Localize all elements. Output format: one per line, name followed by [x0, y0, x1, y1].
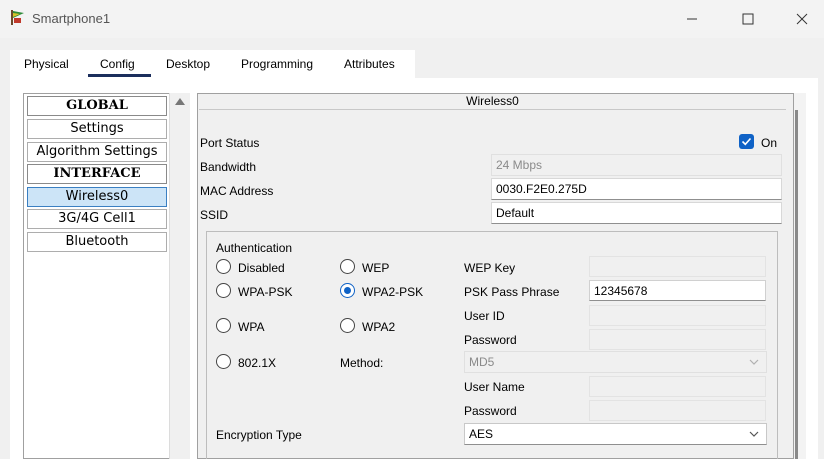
- password-field: [589, 329, 766, 350]
- user-name-field: [589, 376, 766, 397]
- port-status-on-label: On: [761, 136, 778, 150]
- nav-item-wireless0[interactable]: Wireless0: [27, 187, 167, 207]
- wep-key-label: WEP Key: [464, 261, 516, 275]
- tab-programming[interactable]: Programming: [241, 57, 313, 71]
- nav-item-bluetooth[interactable]: Bluetooth: [27, 232, 167, 252]
- nav-item-cell1[interactable]: 3G/4G Cell1: [27, 209, 167, 229]
- minimize-icon[interactable]: [681, 8, 703, 30]
- radio-disabled[interactable]: [216, 259, 231, 274]
- check-icon: [741, 137, 752, 146]
- panel-title: Wireless0: [199, 94, 786, 110]
- maximize-icon[interactable]: [737, 8, 759, 30]
- user-name-label: User Name: [464, 380, 525, 394]
- active-tab-indicator: [88, 74, 151, 77]
- tab-config[interactable]: Config: [100, 57, 135, 71]
- mac-address-field[interactable]: 0030.F2E0.275D: [491, 178, 782, 200]
- chevron-down-icon[interactable]: [749, 429, 759, 439]
- radio-wpa2[interactable]: [340, 318, 355, 333]
- port-status-checkbox[interactable]: [739, 134, 754, 149]
- mac-address-label: MAC Address: [200, 184, 274, 198]
- radio-wpa-label[interactable]: WPA: [238, 320, 264, 334]
- nav-header-global: GLOBAL: [27, 96, 167, 116]
- method-select: MD5: [464, 351, 767, 373]
- nav-item-algorithm-settings[interactable]: Algorithm Settings: [27, 142, 167, 162]
- ssid-label: SSID: [200, 208, 229, 222]
- nav-item-settings[interactable]: Settings: [27, 119, 167, 139]
- port-status-label: Port Status: [200, 136, 260, 150]
- radio-8021x-label[interactable]: 802.1X: [238, 356, 276, 370]
- radio-wpa2-label[interactable]: WPA2: [362, 320, 395, 334]
- radio-wpa2-psk[interactable]: [340, 283, 355, 298]
- password2-label: Password: [464, 404, 517, 418]
- wep-key-field: [589, 256, 766, 277]
- bandwidth-label: Bandwidth: [200, 160, 257, 174]
- radio-wpa-psk-label[interactable]: WPA-PSK: [238, 285, 292, 299]
- window-title: Smartphone1: [32, 11, 111, 26]
- tab-desktop[interactable]: Desktop: [166, 57, 210, 71]
- radio-wpa-psk[interactable]: [216, 283, 231, 298]
- panel-scrollbar-thumb[interactable]: [795, 110, 798, 459]
- encryption-type-label: Encryption Type: [216, 428, 302, 442]
- psk-pass-phrase-field[interactable]: 12345678: [589, 280, 766, 301]
- title-bar: Smartphone1: [0, 0, 824, 38]
- radio-wep-label[interactable]: WEP: [362, 261, 389, 275]
- tab-physical[interactable]: Physical: [24, 57, 69, 71]
- method-label: Method:: [340, 356, 384, 370]
- tab-attributes[interactable]: Attributes: [344, 57, 395, 71]
- radio-wpa[interactable]: [216, 318, 231, 333]
- nav-scrollbar[interactable]: [169, 93, 190, 459]
- scroll-up-icon[interactable]: [175, 98, 185, 105]
- user-id-label: User ID: [464, 309, 505, 323]
- authentication-title: Authentication: [216, 241, 293, 255]
- password-label: Password: [464, 333, 517, 347]
- app-icon: [11, 10, 24, 25]
- radio-disabled-label[interactable]: Disabled: [238, 261, 285, 275]
- psk-pass-phrase-label: PSK Pass Phrase: [464, 285, 560, 299]
- method-select-value: MD5: [469, 355, 495, 369]
- encryption-type-value: AES: [469, 427, 494, 441]
- radio-wep[interactable]: [340, 259, 355, 274]
- user-id-field: [589, 305, 766, 326]
- chevron-down-icon: [749, 359, 759, 365]
- radio-wpa2-psk-label[interactable]: WPA2-PSK: [362, 285, 423, 299]
- nav-header-interface: INTERFACE: [27, 164, 167, 184]
- password2-field: [589, 400, 766, 421]
- ssid-field[interactable]: Default: [491, 202, 782, 224]
- radio-8021x[interactable]: [216, 354, 231, 369]
- close-icon[interactable]: [791, 8, 813, 30]
- encryption-type-select[interactable]: AES: [464, 423, 767, 445]
- bandwidth-field: 24 Mbps: [491, 154, 782, 176]
